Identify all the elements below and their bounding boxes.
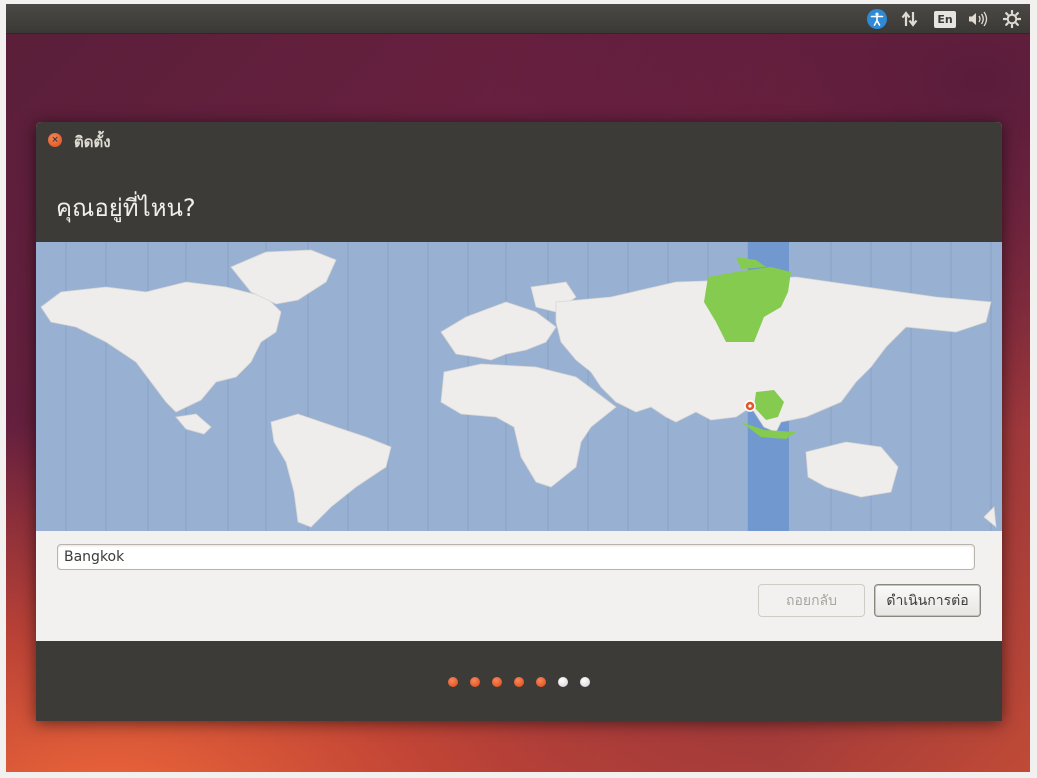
window-titlebar[interactable]: × ติดตั้ง (36, 122, 1002, 158)
progress-dot (492, 677, 502, 687)
keyboard-layout-label: En (934, 10, 956, 28)
page-header: คุณอยู่ที่ไหน? (36, 158, 1002, 242)
back-button[interactable]: ถอยกลับ (758, 584, 865, 617)
accessibility-menu[interactable] (866, 8, 888, 30)
installer-window: × ติดตั้ง คุณอยู่ที่ไหน? Bangkok ถอยกลับ… (36, 122, 1002, 721)
network-icon[interactable] (899, 8, 921, 30)
volume-icon[interactable] (966, 8, 990, 30)
progress-dot (470, 677, 480, 687)
progress-dot (536, 677, 546, 687)
progress-dot (448, 677, 458, 687)
close-button[interactable]: × (48, 133, 62, 147)
controls-area: ถอยกลับ ดำเนินการต่อ (36, 531, 1002, 641)
gear-icon[interactable] (1001, 8, 1023, 30)
close-icon: × (51, 135, 59, 145)
top-panel: En (6, 4, 1030, 34)
accessibility-icon (867, 9, 887, 29)
window-title: ติดตั้ง (74, 133, 111, 151)
continue-button[interactable]: ดำเนินการต่อ (874, 584, 981, 617)
timezone-map[interactable] (36, 242, 1002, 531)
progress-dots (36, 677, 1002, 687)
progress-dot (514, 677, 524, 687)
timezone-input[interactable] (57, 544, 975, 570)
continents (40, 249, 997, 528)
location-pin (744, 400, 756, 412)
progress-footer (36, 641, 1002, 721)
desktop: En × ติดตั้ง คุณอยู่ที่ไหน? Bangkok ถอยก… (6, 4, 1030, 772)
progress-dot (580, 677, 590, 687)
progress-dot (558, 677, 568, 687)
page-title: คุณอยู่ที่ไหน? (56, 194, 196, 222)
keyboard-layout-indicator[interactable]: En (934, 8, 956, 30)
